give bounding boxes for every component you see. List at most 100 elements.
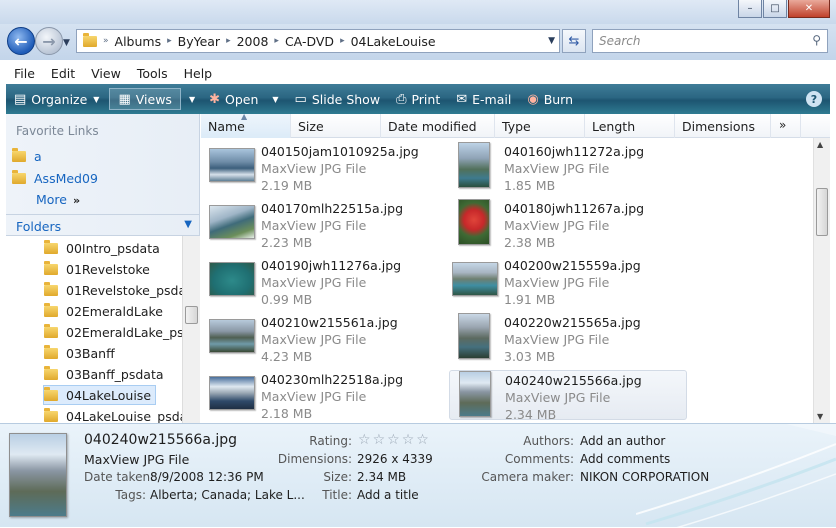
scrollbar-thumb[interactable]	[816, 188, 828, 236]
menu-help[interactable]: Help	[176, 66, 221, 81]
breadcrumb-item[interactable]: CA-DVD	[281, 34, 338, 49]
column-header-label: Length	[592, 119, 636, 134]
menu-tools[interactable]: Tools	[129, 66, 176, 81]
scroll-up-icon[interactable]: ▲	[817, 140, 823, 149]
views-button[interactable]: ▦ Views	[109, 88, 181, 110]
dimensions-value: 2926 x 4339	[357, 452, 433, 466]
column-header-label: Name	[208, 119, 245, 134]
breadcrumb-item[interactable]: 04LakeLouise	[347, 34, 440, 49]
tree-item[interactable]: 03Banff_psdata	[44, 364, 164, 384]
column-header-dimensions[interactable]: Dimensions	[675, 114, 771, 138]
organize-button[interactable]: ▤ Organize ▼	[6, 84, 107, 114]
tree-item[interactable]: 00Intro_psdata	[44, 238, 160, 258]
email-button[interactable]: ✉ E-mail	[448, 84, 519, 114]
tree-item[interactable]: 03Banff	[44, 343, 115, 363]
help-icon[interactable]: ?	[806, 91, 822, 107]
breadcrumb-item[interactable]: Albums	[111, 34, 166, 49]
star-icon[interactable]: ☆	[358, 432, 371, 448]
menu-file[interactable]: File	[6, 66, 43, 81]
tree-item-selected[interactable]: 04LakeLouise	[43, 385, 157, 405]
address-dropdown-icon[interactable]: ▼	[548, 36, 555, 46]
file-tile-selected[interactable]: 040240w215566a.jpg MaxView JPG File 2.34…	[449, 370, 687, 422]
chevron-right-icon[interactable]: ▸	[272, 36, 281, 46]
search-input[interactable]: Search ⚲	[592, 29, 828, 53]
breadcrumb-item[interactable]: 2008	[233, 34, 273, 49]
recent-pages-dropdown[interactable]: ▼	[63, 38, 70, 48]
tree-item[interactable]: 01Revelstoke_psdat	[44, 280, 182, 300]
star-icon[interactable]: ☆	[416, 432, 429, 448]
tree-item[interactable]: 02EmeraldLake	[44, 301, 163, 321]
navigation-bar: ← → ▼ » Albums ▸ ByYear ▸ 2008 ▸ CA-DVD …	[0, 24, 836, 60]
open-label: Open	[225, 91, 259, 107]
refresh-button[interactable]: ⇆	[562, 29, 586, 53]
rating-stars[interactable]: ☆ ☆ ☆ ☆ ☆	[358, 432, 429, 448]
chevron-right-icon[interactable]: ▸	[338, 36, 347, 46]
column-header-type[interactable]: Type	[495, 114, 585, 138]
folder-tree-scrollbar[interactable]	[182, 236, 200, 423]
breadcrumb-item[interactable]: ByYear	[174, 34, 224, 49]
views-dropdown[interactable]: ▼	[183, 84, 201, 114]
address-bar[interactable]: » Albums ▸ ByYear ▸ 2008 ▸ CA-DVD ▸ 04La…	[76, 29, 560, 53]
file-tile[interactable]: 040200w215559a.jpg MaxView JPG File 1.91…	[446, 254, 684, 307]
more-links[interactable]: More »	[36, 192, 80, 207]
file-tile[interactable]: 040210w215561a.jpg MaxView JPG File 4.23…	[203, 311, 441, 364]
file-tile[interactable]: 040160jwh11272a.jpg MaxView JPG File 1.8…	[446, 140, 684, 193]
refresh-icon: ⇆	[568, 33, 580, 49]
favorite-link-assmed09[interactable]: AssMed09	[12, 170, 98, 186]
tree-item[interactable]: 04LakeLouise_psdat	[44, 406, 182, 423]
favorite-links-header: Favorite Links	[16, 124, 99, 138]
folder-icon	[44, 344, 58, 359]
star-icon[interactable]: ☆	[387, 432, 400, 448]
file-tile[interactable]: 040170mlh22515a.jpg MaxView JPG File 2.2…	[203, 197, 441, 250]
open-button[interactable]: ✱ Open ▼	[201, 84, 286, 114]
tree-item[interactable]: 01Revelstoke	[44, 259, 150, 279]
column-headers: ▲ Name Size Date modified Type Length Di…	[201, 112, 830, 138]
menu-view[interactable]: View	[83, 66, 129, 81]
more-columns-button[interactable]: »	[771, 114, 801, 138]
scroll-down-icon[interactable]: ▼	[817, 412, 823, 421]
file-size: 2.34 MB	[505, 407, 557, 422]
file-type: MaxView JPG File	[504, 275, 610, 290]
views-label: Views	[135, 91, 172, 107]
forward-button[interactable]: →	[35, 27, 63, 55]
column-header-length[interactable]: Length	[585, 114, 675, 138]
chevron-double-right-icon: »	[779, 118, 787, 132]
star-icon[interactable]: ☆	[402, 432, 415, 448]
date-taken-label: Date taken:	[84, 470, 155, 484]
file-tile[interactable]: 040180jwh11267a.jpg MaxView JPG File 2.3…	[446, 197, 684, 250]
chevron-right-icon[interactable]: ▸	[224, 36, 233, 46]
file-tile[interactable]: 040150jam1010925a.jpg MaxView JPG File 2…	[203, 140, 441, 193]
slideshow-button[interactable]: ▭ Slide Show	[287, 84, 389, 114]
close-button[interactable]: ✕	[788, 0, 830, 18]
menu-edit[interactable]: Edit	[43, 66, 83, 81]
star-icon[interactable]: ☆	[373, 432, 386, 448]
file-tile[interactable]: 040220w215565a.jpg MaxView JPG File 3.03…	[446, 311, 684, 364]
favorite-link-a[interactable]: a	[12, 148, 42, 164]
chevron-right-icon[interactable]: »	[101, 36, 111, 46]
search-icon[interactable]: ⚲	[812, 33, 821, 47]
burn-button[interactable]: ◉ Burn	[519, 84, 581, 114]
maximize-button[interactable]: □	[763, 0, 787, 18]
minimize-button[interactable]: –	[738, 0, 762, 18]
folder-icon	[12, 148, 26, 162]
back-button[interactable]: ←	[7, 27, 35, 55]
print-button[interactable]: ⎙ Print	[388, 84, 448, 114]
folders-header[interactable]: Folders ▼	[6, 214, 200, 236]
scrollbar-thumb[interactable]	[185, 306, 198, 324]
tree-item[interactable]: 02EmeraldLake_psd	[44, 322, 182, 342]
title-value[interactable]: Add a title	[357, 488, 419, 502]
file-list-scrollbar[interactable]: ▲ ▼	[813, 138, 830, 423]
column-header-name[interactable]: ▲ Name	[201, 112, 291, 138]
file-tile[interactable]: 040230mlh22518a.jpg MaxView JPG File 2.1…	[203, 368, 441, 421]
file-size: 2.23 MB	[261, 235, 313, 250]
column-header-size[interactable]: Size	[291, 114, 381, 138]
date-taken-value[interactable]: 8/9/2008 12:36 PM	[150, 470, 264, 484]
column-header-date-modified[interactable]: Date modified	[381, 114, 495, 138]
image-thumbnail	[452, 262, 498, 296]
image-thumbnail	[209, 319, 255, 353]
chevron-right-icon[interactable]: ▸	[165, 36, 174, 46]
slideshow-label: Slide Show	[311, 91, 381, 107]
chevron-down-icon: ▼	[184, 219, 192, 230]
file-name: 040230mlh22518a.jpg	[261, 372, 404, 387]
file-tile[interactable]: 040190jwh11276a.jpg MaxView JPG File 0.9…	[203, 254, 441, 307]
